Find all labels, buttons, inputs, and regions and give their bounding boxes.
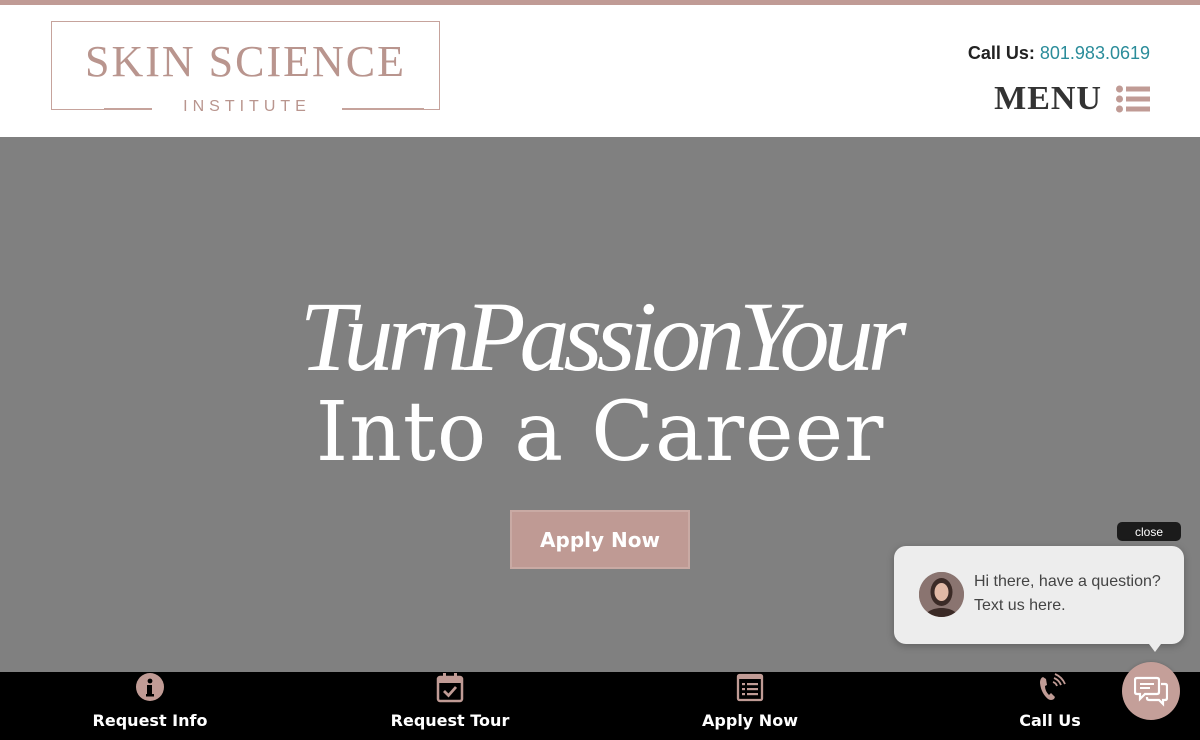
site-header: SKIN SCIENCE INSTITUTE Call Us: 801.983.…: [0, 5, 1200, 137]
apply-now-bar-button[interactable]: Apply Now: [600, 672, 900, 740]
site-logo[interactable]: SKIN SCIENCE INSTITUTE: [51, 21, 440, 116]
hamburger-list-icon: [1116, 85, 1150, 113]
request-tour-label: Request Tour: [390, 711, 510, 730]
chat-launcher-button[interactable]: [1122, 662, 1180, 720]
logo-title: SKIN SCIENCE: [84, 37, 407, 86]
hero-script-text: TurnPassionYour: [299, 281, 906, 392]
phone-link[interactable]: 801.983.0619: [1040, 43, 1150, 63]
agent-avatar: [919, 572, 964, 617]
logo-divider-right: [338, 108, 424, 110]
hero-title: Into a Career: [315, 385, 885, 480]
chat-bubbles-icon: [1134, 676, 1168, 707]
phone-icon: [1040, 673, 1066, 700]
calendar-check-icon: [436, 673, 464, 703]
application-form-icon: [736, 673, 764, 702]
call-label: Call Us:: [967, 43, 1035, 63]
request-info-button[interactable]: Request Info: [0, 672, 300, 740]
header-call-row: Call Us: 801.983.0619: [968, 43, 1150, 64]
bottom-action-bar: Request Info Request Tour Apply Now Call…: [0, 672, 1200, 740]
menu-button[interactable]: MENU: [994, 79, 1150, 119]
request-info-label: Request Info: [92, 711, 208, 730]
request-tour-button[interactable]: Request Tour: [300, 672, 600, 740]
chat-prompt-bubble[interactable]: Hi there, have a question? Text us here.: [894, 546, 1184, 644]
hero-apply-now-button[interactable]: Apply Now: [510, 510, 690, 569]
chat-message: Hi there, have a question? Text us here.: [974, 573, 1161, 614]
menu-label: MENU: [994, 80, 1102, 117]
avatar-person-icon: [919, 572, 964, 617]
apply-now-bar-label: Apply Now: [702, 711, 798, 730]
logo-subtitle: INSTITUTE: [152, 98, 342, 116]
info-icon: [136, 673, 164, 701]
chat-close-button[interactable]: close: [1117, 522, 1181, 541]
logo-subtitle-row: INSTITUTE: [52, 98, 439, 120]
